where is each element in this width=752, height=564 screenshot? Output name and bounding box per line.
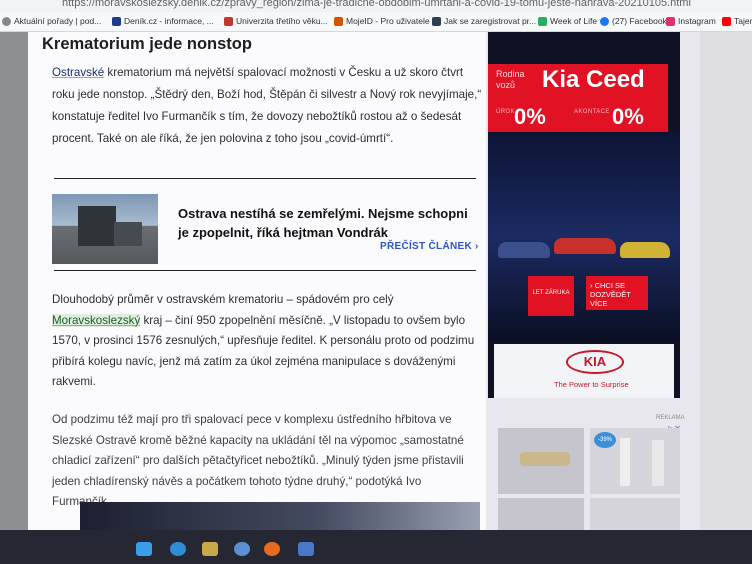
bookmark-label: Univerzita třetího věku... xyxy=(236,16,328,26)
divider xyxy=(54,270,476,271)
university-icon xyxy=(224,16,233,26)
bookmark-denik[interactable]: Deník.cz - informace, ... xyxy=(112,16,214,26)
edge-icon[interactable] xyxy=(170,542,186,556)
bookmark-mojeid[interactable]: MojeID - Pro uživatele xyxy=(334,16,430,26)
building-shape xyxy=(78,206,116,246)
ad-product-tile[interactable] xyxy=(498,428,584,494)
address-bar[interactable]: https://moravskoslezsky.denik.cz/zpravy_… xyxy=(0,0,752,12)
ad-logo-area: KIA The Power to Surprise xyxy=(494,344,674,398)
paragraph-2-text: Dlouhodobý průměr v ostravském krematori… xyxy=(52,293,394,306)
related-article-image[interactable] xyxy=(52,194,158,264)
divider xyxy=(54,178,476,179)
bookmark-registrace[interactable]: Jak se zaregistrovat pr... xyxy=(432,16,536,26)
app-icon[interactable] xyxy=(298,542,314,556)
car-shape xyxy=(554,238,616,254)
bookmark-aktualni-porady[interactable]: Aktuální pořady | pod... xyxy=(2,16,101,26)
page-icon xyxy=(432,16,441,26)
paragraph-1-text: krematorium má největší spalovací možnos… xyxy=(52,66,482,145)
bookmark-label: Instagram xyxy=(678,16,716,26)
windows-start-icon[interactable] xyxy=(136,542,152,556)
weekoflife-icon xyxy=(538,16,547,26)
kia-logo: KIA xyxy=(566,350,624,374)
paragraph-3: Od podzimu též mají pro tři spalovací pe… xyxy=(52,413,464,508)
web-page: Krematorium jede nonstop Ostravské krema… xyxy=(0,32,700,530)
denik-icon xyxy=(112,16,121,26)
link-ostravske[interactable]: Ostravské xyxy=(52,66,104,79)
ad-rate-label: ÚROK xyxy=(496,109,515,115)
ad-slogan: The Power to Surprise xyxy=(554,380,629,389)
ad-rate-label: AKONTACE xyxy=(574,109,610,115)
ad-product-tile[interactable] xyxy=(498,498,584,530)
mojeid-icon xyxy=(334,16,343,26)
ad-rate-value: 0% xyxy=(514,104,546,129)
ad-small-text: Rodina vozů xyxy=(496,69,525,90)
discount-badge: -39% xyxy=(594,432,616,448)
page-right-edge xyxy=(700,32,752,530)
kia-advertisement[interactable]: Rodina vozů Kia Ceed ÚROK 0% AKONTACE 0%… xyxy=(488,32,680,398)
bookmark-week-of-life[interactable]: Week of Life xyxy=(538,16,597,26)
bookmark-facebook[interactable]: (27) Facebook xyxy=(600,16,667,26)
ad-product-tile[interactable] xyxy=(590,498,680,530)
file-explorer-icon[interactable] xyxy=(202,542,218,556)
section-heading: Krematorium jede nonstop xyxy=(42,35,252,53)
link-moravskoslezsky[interactable]: Moravskoslezský xyxy=(52,313,141,327)
ad-product-tile[interactable]: -39% xyxy=(590,428,680,494)
related-article-title[interactable]: Ostrava nestíhá se zemřelými. Nejsme sch… xyxy=(178,204,478,242)
car-shape xyxy=(498,242,550,258)
warranty-badge: LET ZÁRUKA xyxy=(528,276,574,316)
product-shape xyxy=(652,440,664,486)
ad-label: REKLAMA xyxy=(656,415,685,421)
bookmarks-bar: Aktuální pořady | pod... Deník.cz - info… xyxy=(0,12,752,32)
paragraph-2: Dlouhodobý průměr v ostravském krematori… xyxy=(52,290,482,393)
url-text: https://moravskoslezsky.denik.cz/zpravy_… xyxy=(62,0,691,9)
product-shape xyxy=(620,438,630,486)
globe-icon xyxy=(2,16,11,26)
app-icon[interactable] xyxy=(234,542,250,556)
ad-night-scene xyxy=(488,132,680,342)
article-body: Krematorium jede nonstop Ostravské krema… xyxy=(28,32,486,530)
left-background xyxy=(0,32,28,530)
car-shape xyxy=(620,242,670,258)
paragraph-1: Ostravské krematorium má největší spalov… xyxy=(52,62,482,150)
bookmark-univerzita[interactable]: Univerzita třetího věku... xyxy=(224,16,328,26)
bookmark-label: Jak se zaregistrovat pr... xyxy=(444,16,537,26)
bookmark-label: Tajem xyxy=(734,16,752,26)
os-taskbar xyxy=(0,530,752,564)
bookmark-label: Week of Life xyxy=(550,16,598,26)
bookmark-label: MojeID - Pro uživatele xyxy=(346,16,430,26)
read-article-link[interactable]: PŘEČÍST ČLÁNEK › xyxy=(380,241,479,252)
article-photo xyxy=(80,502,480,530)
ad-rate-value: 0% xyxy=(612,104,644,129)
bookmark-tajem[interactable]: Tajem xyxy=(722,16,752,26)
ad-brand-title: Kia Ceed xyxy=(542,66,645,93)
youtube-icon xyxy=(722,16,731,26)
facebook-icon xyxy=(600,16,609,26)
firefox-icon[interactable] xyxy=(264,542,280,556)
instagram-icon xyxy=(666,16,675,26)
bookmark-instagram[interactable]: Instagram xyxy=(666,16,716,26)
product-shape xyxy=(520,452,570,466)
bookmark-label: (27) Facebook xyxy=(612,16,667,26)
bookmark-label: Aktuální pořady | pod... xyxy=(14,16,102,26)
learn-more-button[interactable]: › CHCI SE DOZVĚDĚT VÍCE xyxy=(586,276,648,310)
building-shape xyxy=(114,222,142,246)
bookmark-label: Deník.cz - informace, ... xyxy=(124,16,214,26)
